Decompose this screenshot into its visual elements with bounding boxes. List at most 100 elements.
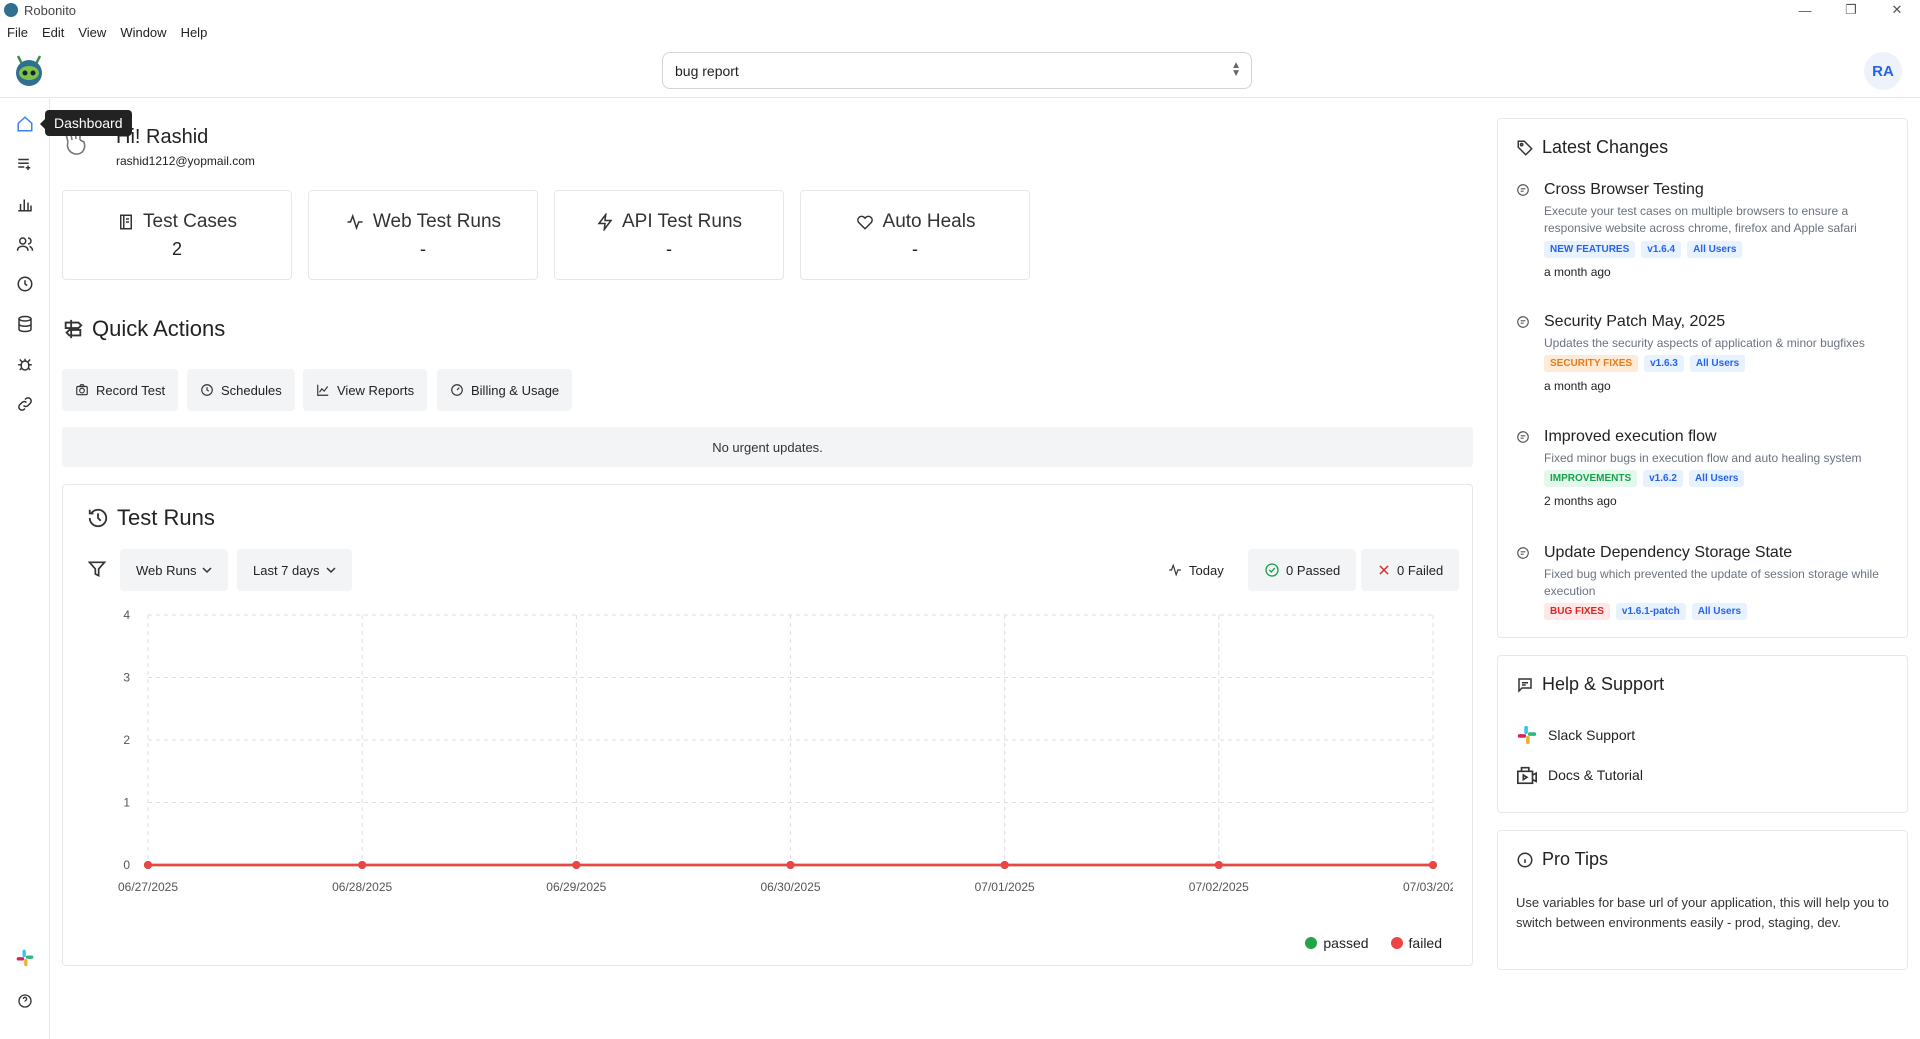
menu-view[interactable]: View [71, 25, 113, 40]
database-icon[interactable] [14, 313, 36, 335]
button-label: Billing & Usage [471, 382, 560, 398]
quick-actions-label: Quick Actions [92, 316, 226, 341]
list-icon[interactable] [14, 153, 36, 175]
message-icon [1517, 547, 1529, 559]
title-bar: Robonito — ❐ ✕ [0, 0, 1920, 20]
passed-badge[interactable]: 0 Passed [1248, 549, 1357, 591]
bug-icon[interactable] [14, 353, 36, 375]
data-point-failed [786, 861, 795, 869]
legend-failed: failed [1390, 935, 1442, 951]
menu-edit[interactable]: Edit [35, 25, 71, 40]
slack-icon[interactable] [14, 947, 36, 969]
x-tick-label: 06/30/2025 [760, 880, 820, 894]
data-point-failed [144, 861, 152, 869]
today-label: Today [1189, 562, 1224, 578]
info-icon [1517, 852, 1533, 867]
change-desc: Fixed bug which prevented the update of … [1544, 567, 1879, 598]
run-type-value: Web Runs [136, 562, 197, 578]
category-badge: BUG FIXES [1544, 603, 1610, 620]
stat-web-test-runs[interactable]: Web Test Runs - [308, 190, 538, 280]
minimize-button[interactable]: — [1782, 0, 1828, 20]
activity-icon [347, 213, 363, 231]
zap-icon [597, 213, 613, 231]
stat-label: Auto Heals [882, 211, 976, 232]
data-point-failed [358, 861, 367, 869]
help-circle-icon[interactable] [14, 990, 36, 1012]
data-point-failed [1214, 861, 1223, 869]
change-badges: SECURITY FIXES v1.6.3 All Users [1544, 355, 1746, 372]
dashboard-tooltip: Dashboard [40, 110, 132, 136]
y-tick-label: 2 [123, 733, 130, 747]
run-type-dropdown[interactable]: Web Runs [120, 549, 229, 591]
pro-tips-text: Use variables for base url of your appli… [1516, 895, 1889, 930]
restore-button[interactable]: ❐ [1828, 0, 1874, 20]
signpost-icon [64, 319, 83, 339]
stat-auto-heals[interactable]: Auto Heals - [800, 190, 1030, 280]
bar-chart-icon[interactable] [14, 193, 36, 215]
change-time: a month ago [1544, 265, 1611, 279]
audience-badge: All Users [1689, 355, 1746, 372]
slack-support-label: Slack Support [1548, 727, 1636, 743]
date-range-value: Last 7 days [253, 562, 320, 578]
failed-badge[interactable]: 0 Failed [1361, 549, 1460, 591]
x-tick-label: 06/29/2025 [546, 880, 606, 894]
menu-window[interactable]: Window [113, 25, 173, 40]
version-badge: v1.6.4 [1641, 241, 1682, 258]
app-header: bug report ▲ ▼ RA [0, 44, 1920, 98]
chevron-down-icon [325, 567, 336, 574]
slack-support-link[interactable]: Slack Support [1516, 724, 1635, 746]
x-icon [1379, 565, 1389, 575]
stat-value: - [420, 239, 426, 259]
test-runs-title: Test Runs [87, 505, 215, 531]
book-icon [120, 214, 132, 230]
change-badges: NEW FEATURES v1.6.4 All Users [1544, 241, 1743, 258]
menu-file[interactable]: File [0, 25, 35, 40]
test-runs-label: Test Runs [117, 505, 215, 530]
billing-usage-button[interactable]: Billing & Usage [437, 369, 573, 411]
version-badge: v1.6.1-patch [1615, 603, 1686, 620]
y-tick-label: 1 [123, 796, 130, 810]
message-icon [1517, 316, 1529, 328]
tag-icon [1517, 140, 1533, 156]
message-icon [1517, 184, 1529, 196]
x-tick-label: 06/28/2025 [332, 880, 392, 894]
change-title: Cross Browser Testing [1544, 181, 1704, 198]
x-tick-label: 07/03/2025 [1403, 880, 1453, 894]
stat-test-cases[interactable]: Test Cases 2 [62, 190, 292, 280]
stat-label: Test Cases [143, 211, 237, 232]
stat-value: 2 [171, 239, 182, 259]
robonito-logo[interactable] [12, 52, 46, 88]
view-reports-button[interactable]: View Reports [303, 369, 428, 411]
version-badge: v1.6.2 [1643, 470, 1683, 487]
link-icon[interactable] [14, 393, 36, 415]
latest-changes-label: Latest Changes [1542, 137, 1669, 157]
quick-actions-title: Quick Actions [62, 316, 225, 342]
category-badge: NEW FEATURES [1544, 241, 1636, 258]
message-square-icon [1518, 677, 1532, 693]
menu-help[interactable]: Help [174, 25, 215, 40]
chart-legend: passed failed [1305, 935, 1442, 951]
search-select[interactable]: bug report ▲ ▼ [662, 52, 1252, 89]
data-point-failed [572, 861, 581, 869]
home-icon[interactable] [14, 113, 36, 135]
clock-icon[interactable] [14, 273, 36, 295]
record-test-button[interactable]: Record Test [62, 369, 179, 411]
stat-label: Web Test Runs [372, 211, 502, 232]
y-tick-label: 3 [123, 671, 130, 685]
filter-icon[interactable] [87, 559, 107, 579]
test-runs-card: Test Runs Web Runs Last 7 days Today 0 P… [62, 484, 1473, 966]
stat-api-test-runs[interactable]: API Test Runs - [554, 190, 784, 280]
docs-tutorial-link[interactable]: Docs & Tutorial [1516, 764, 1643, 786]
close-window-button[interactable]: ✕ [1874, 0, 1920, 20]
y-tick-label: 4 [123, 608, 130, 622]
date-range-dropdown[interactable]: Last 7 days [237, 549, 352, 591]
help-support-panel: Help & Support Slack Support Docs & Tuto… [1497, 655, 1908, 813]
today-button[interactable]: Today [1151, 549, 1240, 591]
users-icon[interactable] [14, 233, 36, 255]
x-tick-label: 07/01/2025 [975, 880, 1035, 894]
stat-label: API Test Runs [621, 211, 743, 232]
schedules-button[interactable]: Schedules [187, 369, 295, 411]
avatar[interactable]: RA [1864, 52, 1902, 90]
x-tick-label: 06/27/2025 [118, 880, 178, 894]
gauge-icon [451, 384, 463, 396]
